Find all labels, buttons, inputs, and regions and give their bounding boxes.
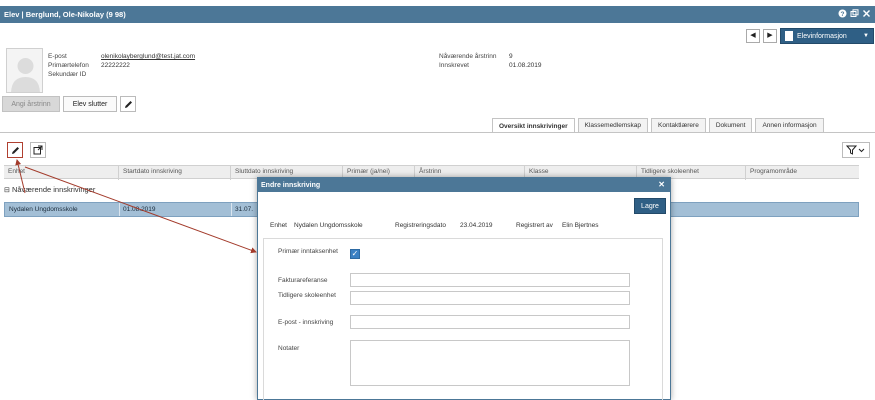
enhet-value: Nydalen Ungdomsskole [294,222,363,229]
close-icon[interactable]: ✕ [658,180,665,189]
pencil-icon [11,146,19,154]
group-row-current[interactable]: ⊟ Nåværende innskrivinger [4,185,95,194]
group-label: Nåværende innskrivinger [11,185,96,194]
faktura-input[interactable] [350,273,630,287]
person-silhouette-icon [11,58,40,92]
phone-label: Primærtelefon [48,62,89,69]
enrolled-label: Innskrevet [439,62,469,69]
restore-icon[interactable] [850,9,859,18]
regby-value: Elin Bjertnes [562,222,599,229]
elevinformasjon-label: Elevinformasjon [797,32,847,40]
enrollment-form: Primær inntaksenhet ✓ Fakturareferanse T… [263,238,663,400]
edit-student-button[interactable] [120,96,136,112]
cell-enhet: Nydalen Ungdomsskole [9,206,78,213]
edit-enrollment-button[interactable] [7,142,23,158]
collapse-icon[interactable]: ⊟ [4,187,10,194]
tidligere-label: Tidligere skoleenhet [278,292,336,299]
previous-student-button[interactable]: ◀ [746,29,760,43]
tab-klassemedlemskap[interactable]: Klassemedlemskap [577,118,648,132]
cell-startdato: 01.08.2019 [123,206,156,213]
elevinformasjon-button[interactable]: Elevinformasjon ▼ [780,28,874,44]
regby-label: Registrert av [516,222,553,229]
faktura-label: Fakturareferanse [278,277,328,284]
current-year-label: Nåværende årstrinn [439,53,497,60]
window-title: Elev | Berglund, Ole-Nikolay (9 98) [4,10,126,19]
chevron-down-icon: ▼ [863,33,869,39]
current-year-value: 9 [509,53,513,60]
tab-annen-informasjon[interactable]: Annen informasjon [755,118,824,132]
tab-kontaktlaerere[interactable]: Kontaktlærere [651,118,706,132]
angi-arstrinn-button[interactable]: Angi årstrinn [2,96,60,112]
external-link-icon [33,145,43,155]
next-student-button[interactable]: ▶ [763,29,777,43]
save-button[interactable]: Lagre [634,198,666,214]
primar-checkbox[interactable]: ✓ [350,249,360,259]
column-header-programomrade[interactable]: Programområde [750,168,797,178]
regdate-value: 23.04.2019 [460,222,493,229]
tidligere-input[interactable] [350,291,630,305]
phone-value: 22222222 [101,62,130,69]
email-label: E-post [48,53,67,60]
email-link[interactable]: olenikolayberglund@test.jat.com [101,53,195,60]
open-external-button[interactable] [30,142,46,158]
regdate-label: Registreringsdato [395,222,446,229]
window-titlebar: Elev | Berglund, Ole-Nikolay (9 98) ? [0,6,875,23]
column-header-enhet[interactable]: Enhet [8,168,25,178]
tab-bar: Oversikt innskrivinger Klassemedlemskap … [492,118,824,133]
tab-oversikt-innskrivinger[interactable]: Oversikt innskrivinger [492,118,575,133]
epost-label: E-post - innskriving [278,319,334,326]
svg-text:?: ? [841,11,845,18]
edit-enrollment-dialog: Endre innskriving ✕ Lagre Enhet Nydalen … [257,177,671,400]
dialog-header: Endre innskriving ✕ [258,178,670,192]
document-icon [785,31,793,41]
primar-label: Primær inntaksenhet [278,248,338,255]
filter-dropdown-button[interactable] [842,142,870,158]
enhet-label: Enhet [270,222,287,229]
cell-sluttdato: 31.07. [235,206,254,213]
avatar [6,48,43,93]
close-window-icon[interactable] [862,9,871,18]
help-icon[interactable]: ? [838,9,847,18]
filter-icon [846,145,865,155]
notater-textarea[interactable] [350,340,630,386]
column-header-startdato[interactable]: Startdato innskriving [123,168,182,178]
elev-slutter-button[interactable]: Elev slutter [63,96,117,112]
enrolled-value: 01.08.2019 [509,62,542,69]
dialog-title: Endre innskriving [261,181,321,189]
secondary-id-label: Sekundær ID [48,71,87,78]
tab-dokument[interactable]: Dokument [708,118,753,132]
notater-label: Notater [278,345,300,352]
epost-input[interactable] [350,315,630,329]
tab-divider [0,132,875,133]
pencil-icon [124,100,132,108]
